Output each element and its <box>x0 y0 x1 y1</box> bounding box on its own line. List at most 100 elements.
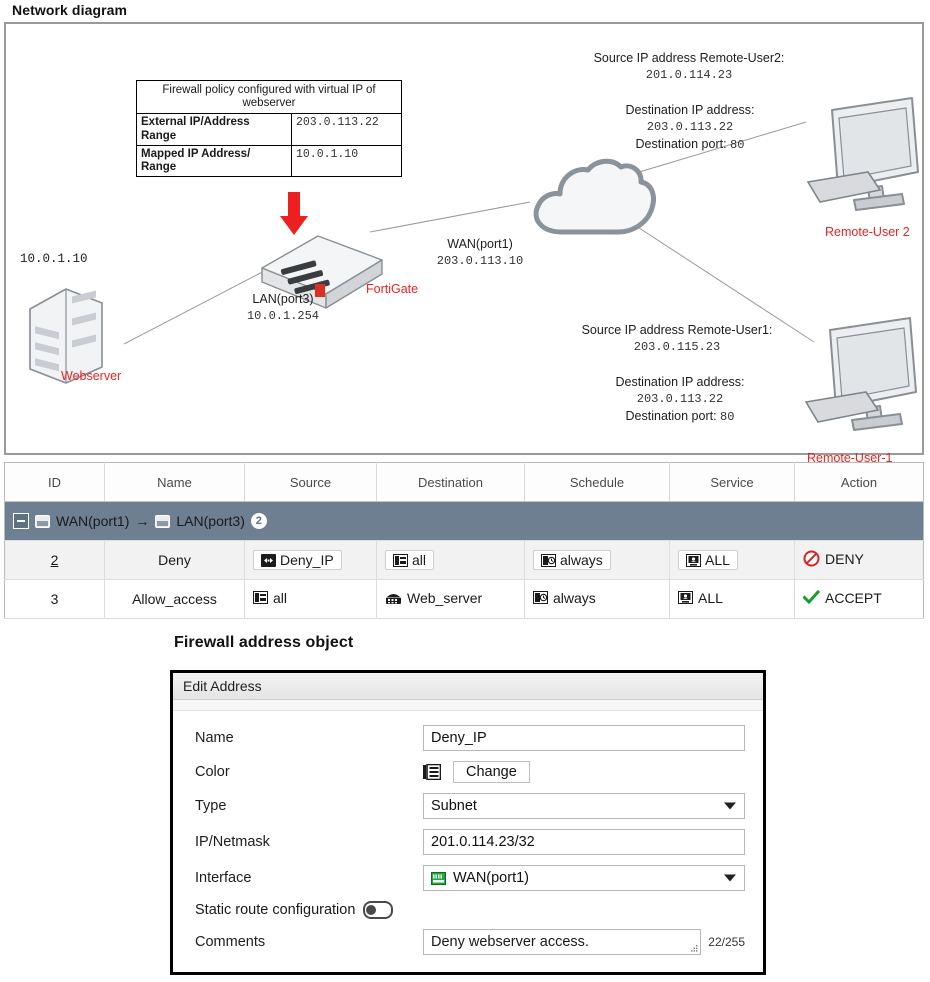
schedule-label: always <box>560 552 603 568</box>
dialog-titlebar: Edit Address <box>173 673 763 700</box>
policy-schedule-cell[interactable]: always <box>524 579 670 619</box>
ipnetmask-label: IP/Netmask <box>195 834 270 850</box>
resize-grip-icon[interactable] <box>691 945 698 952</box>
dialog-title: Edit Address <box>183 678 262 694</box>
color-label: Color <box>195 764 230 780</box>
ru2-dest-title: Destination IP address: <box>625 103 755 117</box>
wan-port-text: WAN(port1) <box>447 237 513 251</box>
destination-label: all <box>412 552 427 568</box>
policy-action-cell[interactable]: ACCEPT <box>794 579 924 619</box>
column-header-destination[interactable]: Destination <box>376 462 525 502</box>
group-from-interface: WAN(port1) <box>56 513 130 529</box>
remote-user2-source-label: Source IP address Remote-User2: 201.0.11… <box>559 50 819 84</box>
action-label: DENY <box>825 550 864 567</box>
interface-value: WAN(port1) <box>453 870 529 886</box>
ru1-source-ip: 203.0.115.23 <box>633 340 721 355</box>
ru1-dest-ip: 203.0.113.22 <box>636 392 724 407</box>
policy-service-cell[interactable]: ALL <box>669 579 795 619</box>
column-header-schedule[interactable]: Schedule <box>524 462 670 502</box>
red-down-arrow-icon <box>280 192 308 235</box>
schedule-label: always <box>553 589 596 606</box>
comments-row: Comments Deny webserver access. 22/255 <box>195 929 745 955</box>
clock-icon <box>541 553 556 567</box>
lan-interface-label: LAN(port3) 10.0.1.254 <box>219 292 347 324</box>
color-change-button[interactable]: Change <box>453 761 530 783</box>
edit-address-dialog: Edit Address Name Deny_IP Color Change T… <box>170 670 766 975</box>
interface-icon <box>35 514 50 528</box>
wan-interface-label: WAN(port1) 203.0.113.10 <box>414 237 546 269</box>
policy-destination-cell[interactable]: all <box>376 540 525 580</box>
chevron-down-icon <box>724 874 736 882</box>
interface-select[interactable]: WAN(port1) <box>423 865 745 891</box>
accept-check-icon <box>803 590 820 605</box>
vip-row-label: External IP/Address Range <box>136 113 292 146</box>
ru2-dest-ip: 203.0.113.22 <box>646 120 734 135</box>
vip-table-header: Firewall policy configured with virtual … <box>136 79 402 115</box>
vip-row-value: 10.0.1.10 <box>291 144 402 178</box>
comments-label: Comments <box>195 934 266 950</box>
wan-ip-text: 203.0.113.10 <box>436 253 524 268</box>
remote-user2-destination-label: Destination IP address: 203.0.113.22 Des… <box>576 102 804 153</box>
policy-id-cell[interactable]: 3 <box>4 579 105 619</box>
policy-source-cell[interactable]: Deny_IP <box>244 540 377 580</box>
ru2-source-title: Source IP address Remote-User2: <box>593 51 785 65</box>
name-row: Name Deny_IP <box>195 725 745 751</box>
address-all-icon <box>253 591 268 605</box>
address-all-icon <box>393 553 408 567</box>
policy-source-cell[interactable]: all <box>244 579 377 619</box>
column-header-name[interactable]: Name <box>104 462 245 502</box>
table-row[interactable]: 2 Deny Deny_IP all always ALL DENY <box>4 540 924 580</box>
lan-ip-text: 10.0.1.254 <box>246 308 319 323</box>
static-route-label: Static route configuration <box>195 902 356 918</box>
group-to-interface: LAN(port3) <box>176 513 245 529</box>
fortigate-name-label: FortiGate <box>366 282 419 296</box>
policy-action-cell[interactable]: DENY <box>794 540 924 580</box>
policy-id-cell[interactable]: 2 <box>4 540 105 580</box>
ru2-dest-port-label: Destination port: <box>635 136 727 151</box>
clock-icon <box>533 591 548 605</box>
column-header-action[interactable]: Action <box>794 462 924 502</box>
ru2-source-ip: 201.0.114.23 <box>645 68 733 83</box>
comments-field[interactable]: Deny webserver access. <box>423 929 702 955</box>
service-icon <box>686 553 701 567</box>
name-field[interactable]: Deny_IP <box>423 725 745 751</box>
chevron-down-icon <box>724 802 736 810</box>
destination-label: Web_server <box>407 589 483 606</box>
firewall-policy-table: ID Name Source Destination Schedule Serv… <box>4 462 924 619</box>
color-swatch-icon[interactable] <box>423 764 441 780</box>
vip-config-table: Firewall policy configured with virtual … <box>136 79 402 178</box>
lan-port-text: LAN(port3) <box>252 292 314 306</box>
source-label: all <box>273 589 288 606</box>
policy-name-cell[interactable]: Deny <box>104 540 245 580</box>
ru1-dest-port: 80 <box>720 409 735 424</box>
page-title: Network diagram <box>12 2 128 18</box>
remote-user1-source-label: Source IP address Remote-User1: 203.0.11… <box>546 322 808 356</box>
type-label: Type <box>195 798 227 814</box>
service-icon <box>678 591 693 605</box>
arrow-right-icon: → <box>135 513 150 529</box>
column-header-id[interactable]: ID <box>4 462 105 502</box>
ru1-source-title: Source IP address Remote-User1: <box>581 323 773 337</box>
ru1-dest-title: Destination IP address: <box>615 375 745 389</box>
ipnetmask-row: IP/Netmask 201.0.114.23/32 <box>195 829 745 855</box>
ru2-dest-port: 80 <box>730 137 745 152</box>
policy-service-cell[interactable]: ALL <box>669 540 795 580</box>
desktop-monitor-icon <box>806 97 919 211</box>
ipnetmask-field[interactable]: 201.0.114.23/32 <box>423 829 745 855</box>
type-select[interactable]: Subnet <box>423 793 745 819</box>
policy-destination-cell[interactable]: Web_server <box>376 579 525 619</box>
deny-icon <box>803 550 820 567</box>
policy-group-row[interactable]: WAN(port1) → LAN(port3) 2 <box>4 501 924 541</box>
column-header-source[interactable]: Source <box>244 462 377 502</box>
collapse-icon[interactable] <box>13 513 29 529</box>
type-value: Subnet <box>431 798 477 814</box>
policy-name-cell[interactable]: Allow_access <box>104 579 245 619</box>
table-header-row: ID Name Source Destination Schedule Serv… <box>4 462 924 502</box>
static-route-toggle[interactable] <box>363 901 394 919</box>
vip-row-label: Mapped IP Address/ Range <box>136 144 292 178</box>
type-row: Type Subnet <box>195 793 745 819</box>
webserver-name-label: Webserver <box>61 369 122 383</box>
policy-schedule-cell[interactable]: always <box>524 540 670 580</box>
table-row[interactable]: 3 Allow_access all Web_server always ALL… <box>4 579 924 619</box>
column-header-service[interactable]: Service <box>669 462 795 502</box>
